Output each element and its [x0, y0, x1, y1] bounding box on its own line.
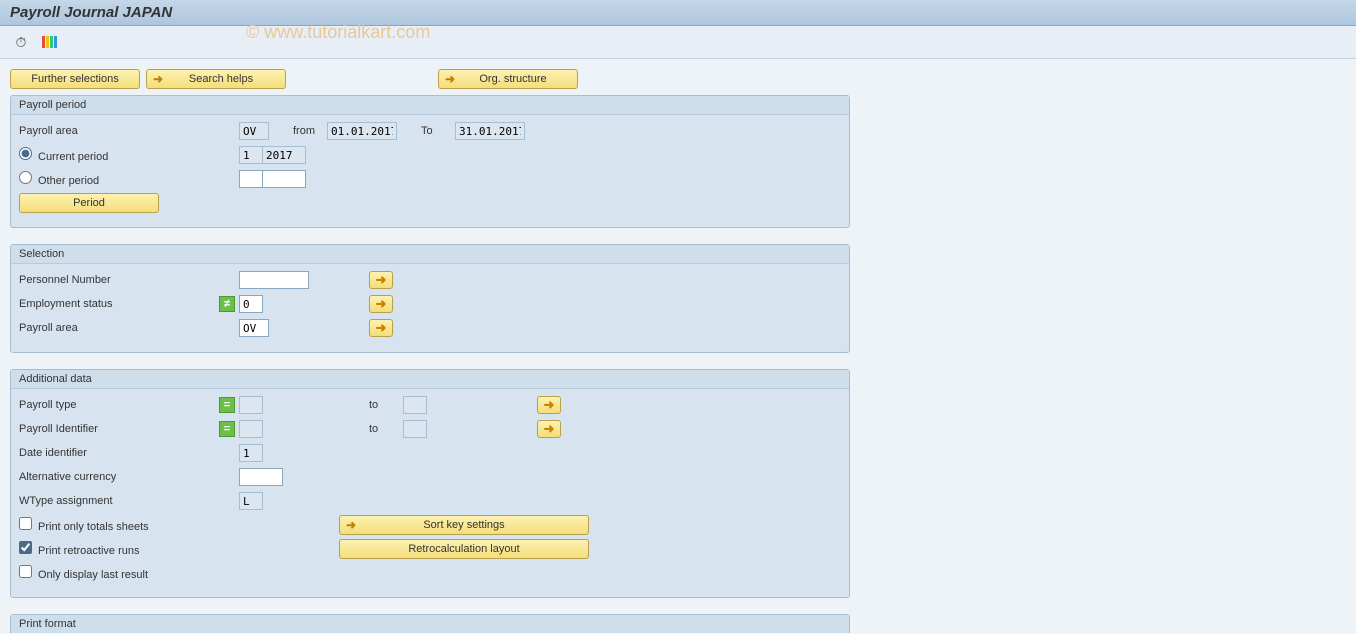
group-title: Payroll period [11, 96, 849, 115]
payroll-area-label: Payroll area [19, 125, 239, 137]
print-retro-option[interactable]: Print retroactive runs [19, 541, 239, 557]
multiple-selection-button[interactable]: ➜ [369, 319, 393, 337]
further-selections-button[interactable]: Further selections [10, 69, 140, 89]
current-period-option[interactable]: Current period [19, 147, 239, 163]
arrow-right-icon: ➜ [376, 296, 387, 312]
to-date-field[interactable] [455, 122, 525, 140]
only-last-option[interactable]: Only display last result [19, 565, 239, 581]
payroll-area-field-2[interactable] [239, 319, 269, 337]
sort-key-settings-label: Sort key settings [423, 519, 504, 531]
equal-icon[interactable]: = [219, 397, 235, 413]
group-additional: Additional data Payroll type = to ➜ Payr… [10, 369, 850, 598]
period-num-field[interactable] [239, 146, 263, 164]
arrow-right-icon: ➜ [153, 72, 163, 86]
multiple-selection-button[interactable]: ➜ [537, 396, 561, 414]
period-year-field[interactable] [262, 146, 306, 164]
group-title: Print format [11, 615, 849, 633]
other-period-year-field[interactable] [262, 170, 306, 188]
payroll-type-field[interactable] [239, 396, 263, 414]
payroll-identifier-to-field[interactable] [403, 420, 427, 438]
multiple-selection-button[interactable]: ➜ [369, 295, 393, 313]
group-print-format: Print format Page header [10, 614, 850, 633]
print-totals-label: Print only totals sheets [38, 521, 149, 533]
to-label: to [363, 423, 403, 435]
payroll-identifier-label: Payroll Identifier [19, 423, 239, 435]
personnel-number-field[interactable] [239, 271, 309, 289]
org-structure-button[interactable]: ➜ Org. structure [438, 69, 578, 89]
payroll-area-field[interactable] [239, 122, 269, 140]
arrow-right-icon: ➜ [544, 421, 555, 437]
multiple-selection-button[interactable]: ➜ [369, 271, 393, 289]
content-scroll[interactable]: Further selections ➜ Search helps ➜ Org. s… [0, 59, 1356, 633]
payroll-area-label-2: Payroll area [19, 322, 239, 334]
arrow-right-icon: ➜ [376, 272, 387, 288]
top-button-row: Further selections ➜ Search helps ➜ Org. s… [10, 69, 850, 89]
multiple-selection-button[interactable]: ➜ [537, 420, 561, 438]
equal-icon[interactable]: = [219, 421, 235, 437]
print-totals-checkbox[interactable] [19, 517, 32, 530]
to-label: To [415, 125, 455, 137]
employment-status-field[interactable] [239, 295, 263, 313]
other-period-label: Other period [38, 175, 99, 187]
retrocalc-layout-button[interactable]: Retrocalculation layout [339, 539, 589, 559]
search-helps-button[interactable]: ➜ Search helps [146, 69, 286, 89]
period-button[interactable]: Period [19, 193, 159, 213]
page-title: Payroll Journal JAPAN [0, 0, 1356, 26]
search-helps-label: Search helps [189, 73, 253, 85]
print-totals-option[interactable]: Print only totals sheets [19, 517, 239, 533]
arrow-right-icon: ➜ [376, 320, 387, 336]
print-retro-label: Print retroactive runs [38, 545, 139, 557]
print-retro-checkbox[interactable] [19, 541, 32, 554]
date-identifier-label: Date identifier [19, 447, 239, 459]
to-label: to [363, 399, 403, 411]
arrow-right-icon: ➜ [346, 518, 356, 532]
current-period-radio[interactable] [19, 147, 32, 160]
other-period-num-field[interactable] [239, 170, 263, 188]
not-equal-icon[interactable]: ≠ [219, 296, 235, 312]
group-title: Selection [11, 245, 849, 264]
group-title: Additional data [11, 370, 849, 389]
retrocalc-layout-label: Retrocalculation layout [408, 543, 519, 555]
group-selection: Selection Personnel Number ➜ Employment … [10, 244, 850, 353]
wtype-label: WType assignment [19, 495, 239, 507]
payroll-type-label: Payroll type [19, 399, 239, 411]
payroll-identifier-field[interactable] [239, 420, 263, 438]
other-period-option[interactable]: Other period [19, 171, 239, 187]
app-toolbar [0, 26, 1356, 59]
from-label: from [287, 125, 327, 137]
only-last-label: Only display last result [38, 569, 148, 581]
variant-icon[interactable] [38, 32, 60, 52]
wtype-field[interactable] [239, 492, 263, 510]
only-last-checkbox[interactable] [19, 565, 32, 578]
arrow-right-icon: ➜ [544, 397, 555, 413]
org-structure-label: Org. structure [479, 73, 546, 85]
employment-status-label: Employment status [19, 298, 239, 310]
from-date-field[interactable] [327, 122, 397, 140]
arrow-right-icon: ➜ [445, 72, 455, 86]
current-period-label: Current period [38, 151, 108, 163]
group-payroll-period: Payroll period Payroll area from To Curr… [10, 95, 850, 228]
personnel-number-label: Personnel Number [19, 274, 239, 286]
date-identifier-field[interactable] [239, 444, 263, 462]
payroll-type-to-field[interactable] [403, 396, 427, 414]
alt-currency-label: Alternative currency [19, 471, 239, 483]
execute-icon[interactable] [10, 32, 32, 52]
sort-key-settings-button[interactable]: ➜ Sort key settings [339, 515, 589, 535]
alt-currency-field[interactable] [239, 468, 283, 486]
bars-icon [42, 36, 57, 48]
other-period-radio[interactable] [19, 171, 32, 184]
